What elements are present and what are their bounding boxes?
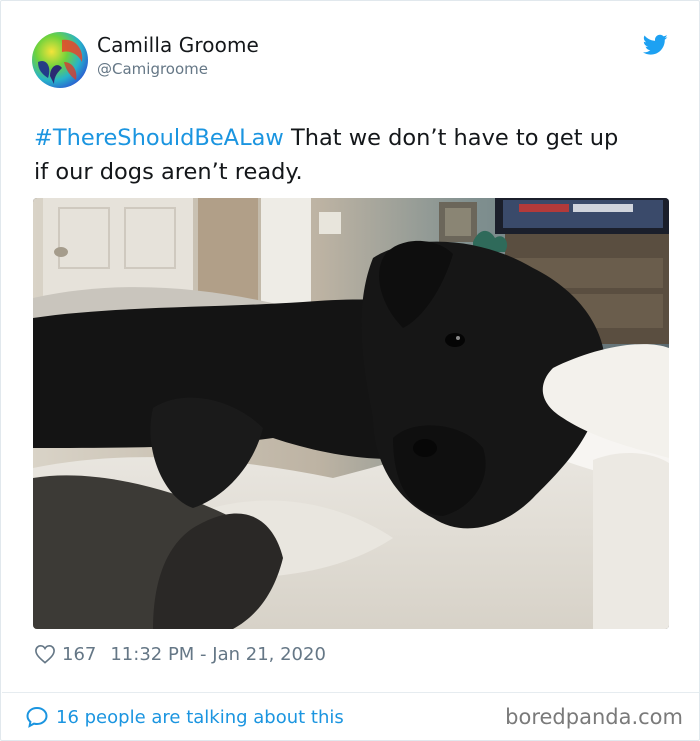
watermark: boredpanda.com (505, 705, 683, 729)
tweet-photo[interactable] (33, 198, 669, 629)
hashtag-link[interactable]: #ThereShouldBeALaw (34, 125, 284, 151)
conversation-link[interactable]: 16 people are talking about this (25, 704, 344, 730)
tweet-meta: 167 11:32 PM - Jan 21, 2020 (34, 641, 326, 667)
tweet-text-line2: if our dogs aren’t ready. (34, 159, 303, 185)
heart-icon[interactable] (34, 644, 56, 664)
speech-bubble-icon (26, 706, 48, 728)
avatar[interactable] (32, 32, 88, 88)
like-count[interactable]: 167 (62, 644, 96, 665)
tweet-timestamp[interactable]: 11:32 PM - Jan 21, 2020 (110, 644, 326, 665)
conversation-text: 16 people are talking about this (56, 706, 344, 728)
avatar-image (32, 32, 88, 88)
tweet-text: #ThereShouldBeALaw That we don’t have to… (34, 121, 674, 189)
author-name[interactable]: Camilla Groome (97, 33, 259, 57)
twitter-bird-icon[interactable] (643, 34, 668, 56)
author-handle[interactable]: @Camigroome (97, 60, 208, 78)
tweet-text-line1: That we don’t have to get up (283, 125, 619, 151)
tweet-card: Camilla Groome @Camigroome #ThereShouldB… (0, 0, 700, 741)
dog-photo-image (33, 198, 669, 629)
divider (2, 692, 699, 693)
